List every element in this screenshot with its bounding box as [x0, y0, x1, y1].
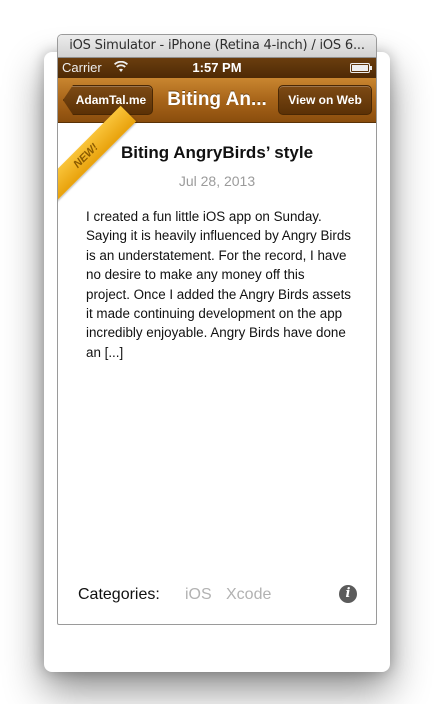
- info-icon[interactable]: i: [339, 585, 357, 603]
- simulator-window: iOS Simulator - iPhone (Retina 4-inch) /…: [57, 34, 377, 625]
- navigation-bar: AdamTal.me Biting An... View on Web: [58, 78, 376, 123]
- categories-label: Categories:: [78, 586, 160, 603]
- battery-icon: [350, 63, 372, 73]
- post-excerpt: I created a fun little iOS app on Sunday…: [86, 209, 351, 360]
- back-button[interactable]: AdamTal.me: [63, 85, 153, 115]
- post-title: Biting AngryBirds’ style: [120, 143, 314, 162]
- post-date: Jul 28, 2013: [178, 173, 256, 189]
- clock: 1:57 PM: [192, 60, 242, 75]
- screen: iOS Simulator - iPhone (Retina 4-inch) /…: [0, 0, 434, 704]
- nav-title: Biting An...: [167, 89, 267, 110]
- status-bar: Carrier 1:57 PM: [58, 58, 376, 78]
- category-xcode[interactable]: Xcode: [226, 586, 271, 604]
- view-on-web-button[interactable]: View on Web: [278, 85, 372, 115]
- window-title: iOS Simulator - iPhone (Retina 4-inch) /…: [58, 35, 376, 58]
- categories-bar: Categories: iOS Xcode i: [58, 582, 376, 608]
- category-ios[interactable]: iOS: [185, 586, 212, 604]
- post-content: NEW! Biting AngryBirds’ style Jul 28, 20…: [58, 105, 376, 608]
